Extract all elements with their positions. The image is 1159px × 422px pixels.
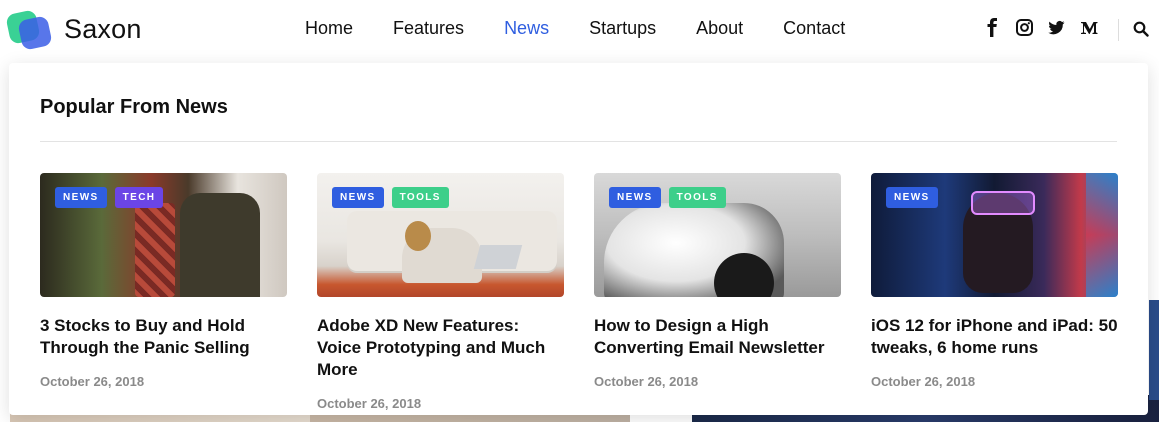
post-card[interactable]: NEWS iOS 12 for iPhone and iPad: 50 twea… [871, 173, 1118, 389]
tag-badge[interactable]: NEWS [609, 187, 661, 208]
post-date: October 26, 2018 [871, 374, 976, 389]
tag-badge[interactable]: TECH [114, 187, 164, 208]
post-thumbnail[interactable]: NEWS TECH [40, 173, 287, 297]
mega-menu-divider [40, 141, 1117, 142]
post-card[interactable]: NEWS TOOLS Adobe XD New Features: Voice … [317, 173, 564, 411]
twitter-icon[interactable] [1048, 18, 1065, 38]
news-mega-menu: Popular From News NEWS TECH 3 Stocks to … [9, 63, 1148, 415]
post-card[interactable]: NEWS TECH 3 Stocks to Buy and Hold Throu… [40, 173, 287, 389]
page-background-edge [1149, 300, 1159, 400]
nav-news[interactable]: News [504, 18, 549, 39]
post-date: October 26, 2018 [594, 374, 699, 389]
post-tags: NEWS TOOLS [609, 187, 734, 208]
header-divider [1118, 19, 1119, 41]
tag-badge[interactable]: NEWS [886, 187, 938, 208]
nav-contact[interactable]: Contact [783, 18, 845, 39]
post-tags: NEWS [886, 187, 946, 208]
post-date: October 26, 2018 [40, 374, 145, 389]
post-tags: NEWS TECH [55, 187, 171, 208]
post-thumbnail[interactable]: NEWS TOOLS [594, 173, 841, 297]
post-title[interactable]: iOS 12 for iPhone and iPad: 50 tweaks, 6… [871, 315, 1118, 359]
search-icon[interactable] [1133, 21, 1149, 37]
site-header: Saxon Home Features News Startups About … [0, 0, 1159, 62]
post-thumbnail[interactable]: NEWS TOOLS [317, 173, 564, 297]
tag-badge[interactable]: NEWS [332, 187, 384, 208]
nav-features[interactable]: Features [393, 18, 464, 39]
post-title[interactable]: How to Design a High Converting Email Ne… [594, 315, 841, 359]
social-links [984, 18, 1112, 38]
post-title[interactable]: Adobe XD New Features: Voice Prototyping… [317, 315, 564, 381]
post-tags: NEWS TOOLS [332, 187, 457, 208]
post-thumbnail[interactable]: NEWS [871, 173, 1118, 297]
tag-badge[interactable]: TOOLS [668, 187, 726, 208]
nav-home[interactable]: Home [305, 18, 353, 39]
tag-badge[interactable]: NEWS [55, 187, 107, 208]
facebook-icon[interactable] [984, 18, 1000, 38]
mega-menu-title: Popular From News [40, 96, 228, 118]
instagram-icon[interactable] [1016, 18, 1033, 38]
nav-startups[interactable]: Startups [589, 18, 656, 39]
post-date: October 26, 2018 [317, 396, 422, 411]
brand-name[interactable]: Saxon [64, 14, 142, 45]
logo-icon[interactable] [5, 9, 53, 51]
tag-badge[interactable]: TOOLS [391, 187, 449, 208]
post-card[interactable]: NEWS TOOLS How to Design a High Converti… [594, 173, 841, 389]
main-nav: Home Features News Startups About Contac… [305, 18, 885, 39]
medium-icon[interactable] [1080, 18, 1098, 38]
post-title[interactable]: 3 Stocks to Buy and Hold Through the Pan… [40, 315, 287, 359]
nav-about[interactable]: About [696, 18, 743, 39]
